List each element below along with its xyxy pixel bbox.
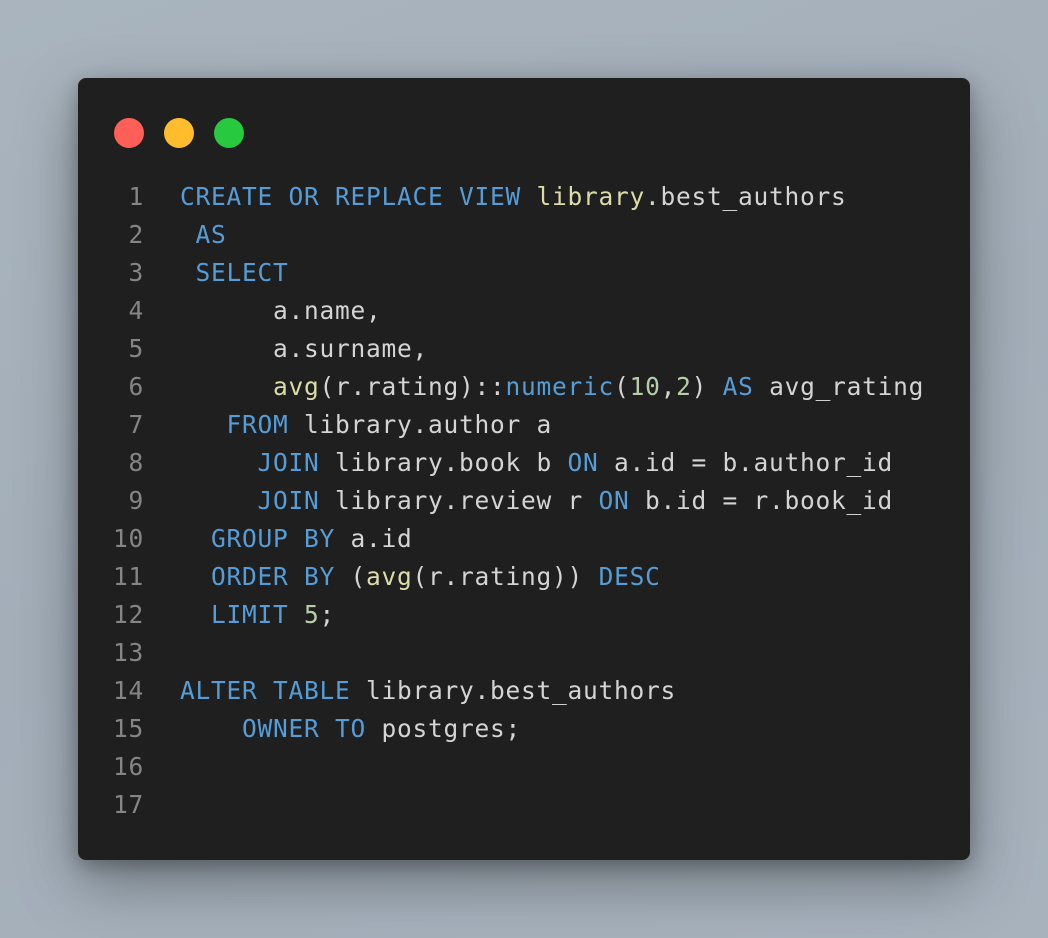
code-token-keyword: numeric bbox=[505, 372, 615, 401]
code-token-keyword: OWNER TO bbox=[180, 714, 367, 743]
code-text: a.name, bbox=[180, 292, 382, 330]
code-text: OWNER TO postgres; bbox=[180, 710, 521, 748]
minimize-button[interactable] bbox=[164, 118, 194, 148]
code-token-keyword: DESC bbox=[598, 562, 661, 591]
code-line: 11 ORDER BY (avg(r.rating)) DESC bbox=[78, 558, 970, 596]
code-token-ident: a.name, bbox=[180, 296, 382, 325]
code-token-keyword: FROM bbox=[180, 410, 289, 439]
code-token-ident: library.author a bbox=[288, 410, 553, 439]
code-text: SELECT bbox=[180, 254, 289, 292]
code-token-ident: avg_rating bbox=[753, 372, 925, 401]
code-token-keyword: JOIN bbox=[180, 448, 320, 477]
code-text: JOIN library.review r ON b.id = r.book_i… bbox=[180, 482, 893, 520]
code-line: 8 JOIN library.book b ON a.id = b.author… bbox=[78, 444, 970, 482]
line-number: 15 bbox=[112, 714, 144, 743]
code-token-keyword: ON bbox=[567, 448, 599, 477]
code-editor[interactable]: 1 CREATE OR REPLACE VIEW library.best_aut… bbox=[78, 178, 970, 824]
code-token-ident: library.book b bbox=[319, 448, 568, 477]
code-line: 17 bbox=[78, 786, 970, 824]
code-line: 6 avg(r.rating)::numeric(10,2) AS avg_ra… bbox=[78, 368, 970, 406]
code-line: 14 ALTER TABLE library.best_authors bbox=[78, 672, 970, 710]
code-line: 10 GROUP BY a.id bbox=[78, 520, 970, 558]
code-token-func: avg bbox=[273, 372, 320, 401]
code-token-keyword: LIMIT bbox=[180, 600, 289, 629]
code-token-keyword: ORDER BY bbox=[180, 562, 336, 591]
code-line: 7 FROM library.author a bbox=[78, 406, 970, 444]
code-text: AS bbox=[180, 216, 227, 254]
code-token-ident: (r.rating):: bbox=[319, 372, 506, 401]
maximize-button[interactable] bbox=[214, 118, 244, 148]
line-number: 11 bbox=[112, 562, 144, 591]
code-line: 5 a.surname, bbox=[78, 330, 970, 368]
line-number: 2 bbox=[128, 220, 144, 249]
code-token-keyword: SELECT bbox=[180, 258, 289, 287]
code-window: 1 CREATE OR REPLACE VIEW library.best_aut… bbox=[78, 78, 970, 860]
code-text: CREATE OR REPLACE VIEW library.best_auth… bbox=[180, 178, 847, 216]
code-token-ident: ( bbox=[614, 372, 630, 401]
code-line: 1 CREATE OR REPLACE VIEW library.best_aut… bbox=[78, 178, 970, 216]
code-token-func: library bbox=[536, 182, 646, 211]
code-line: 15 OWNER TO postgres; bbox=[78, 710, 970, 748]
code-token-ident: , bbox=[660, 372, 677, 401]
line-number: 9 bbox=[128, 486, 144, 515]
code-token-keyword: GROUP BY bbox=[180, 524, 336, 553]
line-number: 12 bbox=[112, 600, 144, 629]
code-token-number: 5 bbox=[304, 600, 320, 629]
code-token-ident: ( bbox=[335, 562, 367, 591]
line-number: 6 bbox=[128, 372, 144, 401]
code-text: ORDER BY (avg(r.rating)) DESC bbox=[180, 558, 661, 596]
line-number: 16 bbox=[112, 752, 144, 781]
code-token-number: 2 bbox=[676, 372, 692, 401]
code-token-func: avg bbox=[366, 562, 413, 591]
code-token-ident: a.surname, bbox=[180, 334, 429, 363]
code-token-ident: library.best_authors bbox=[350, 676, 677, 705]
code-text: JOIN library.book b ON a.id = b.author_i… bbox=[180, 444, 893, 482]
code-line: 3 SELECT bbox=[78, 254, 970, 292]
code-token-ident: .best_authors bbox=[645, 182, 847, 211]
code-text: GROUP BY a.id bbox=[180, 520, 413, 558]
line-number: 14 bbox=[112, 676, 144, 705]
code-token-keyword: JOIN bbox=[180, 486, 320, 515]
line-number: 8 bbox=[128, 448, 144, 477]
code-token-ident: a.id = b.author_id bbox=[598, 448, 894, 477]
code-token-keyword: CREATE OR REPLACE VIEW bbox=[180, 182, 537, 211]
code-token-ident: ) bbox=[691, 372, 723, 401]
code-token-keyword: AS bbox=[722, 372, 754, 401]
line-number: 3 bbox=[128, 258, 144, 287]
code-line: 4 a.name, bbox=[78, 292, 970, 330]
code-token-ident: ; bbox=[319, 600, 336, 629]
code-token-keyword: ALTER TABLE bbox=[180, 676, 351, 705]
line-number: 13 bbox=[112, 638, 144, 667]
code-line: 16 bbox=[78, 748, 970, 786]
code-token-keyword: AS bbox=[180, 220, 227, 249]
code-token-ident: postgres; bbox=[366, 714, 522, 743]
code-line: 2 AS bbox=[78, 216, 970, 254]
close-button[interactable] bbox=[114, 118, 144, 148]
code-token-ident: (r.rating)) bbox=[412, 562, 599, 591]
code-text: LIMIT 5; bbox=[180, 596, 335, 634]
code-text: FROM library.author a bbox=[180, 406, 552, 444]
code-token-keyword: ON bbox=[598, 486, 630, 515]
code-line: 12 LIMIT 5; bbox=[78, 596, 970, 634]
line-number: 17 bbox=[112, 790, 144, 819]
code-text: a.surname, bbox=[180, 330, 428, 368]
code-line: 13 bbox=[78, 634, 970, 672]
line-number: 4 bbox=[128, 296, 144, 325]
code-token-ident: a.id bbox=[335, 524, 413, 553]
code-token-ident: b.id = r.book_id bbox=[629, 486, 894, 515]
code-token-ident: library.review r bbox=[319, 486, 599, 515]
line-number: 5 bbox=[128, 334, 144, 363]
line-number: 1 bbox=[128, 182, 144, 211]
code-token-number: 10 bbox=[629, 372, 661, 401]
code-line: 9 JOIN library.review r ON b.id = r.book… bbox=[78, 482, 970, 520]
line-number: 10 bbox=[112, 524, 144, 553]
code-text: ALTER TABLE library.best_authors bbox=[180, 672, 676, 710]
code-text: avg(r.rating)::numeric(10,2) AS avg_rati… bbox=[180, 368, 924, 406]
line-number: 7 bbox=[128, 410, 144, 439]
